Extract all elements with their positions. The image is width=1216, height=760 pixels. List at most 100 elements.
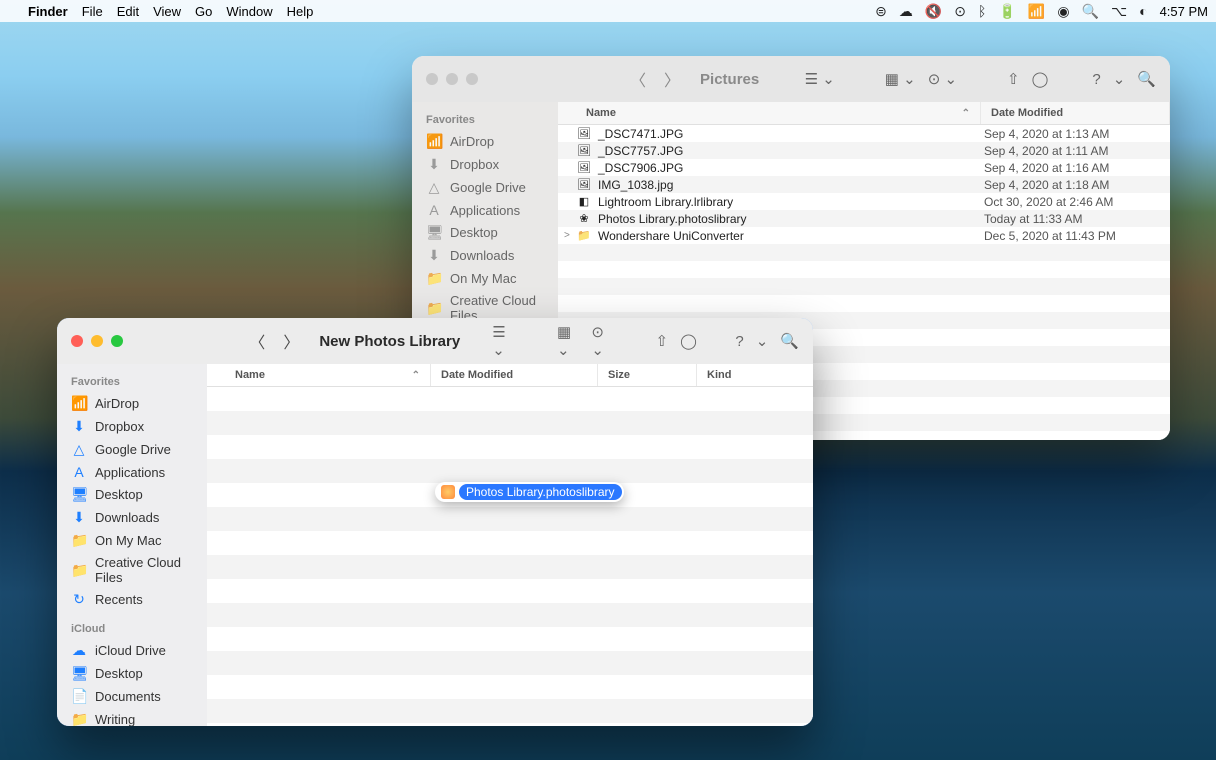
sidebar-item[interactable]: 📄Documents <box>57 685 207 708</box>
window-controls[interactable] <box>426 73 478 85</box>
dropdown-icon[interactable]: ⌄ <box>1113 70 1126 88</box>
file-row[interactable]: >📁Wondershare UniConverterDec 5, 2020 at… <box>558 227 1170 244</box>
empty-row[interactable] <box>207 603 813 627</box>
file-row[interactable]: 🖼_DSC7471.JPGSep 4, 2020 at 1:13 AM <box>558 125 1170 142</box>
view-list-icon[interactable]: ☰ ⌄ <box>492 323 514 359</box>
help-icon[interactable]: ? <box>1092 71 1100 88</box>
finder-window-new-photos-library[interactable]: 〈 〉 New Photos Library ☰ ⌄ ▦ ⌄ ⊙ ⌄ ⇧ ◯ ?… <box>57 318 813 726</box>
empty-row[interactable] <box>207 579 813 603</box>
dropdown-icon[interactable]: ⌄ <box>756 332 769 350</box>
sidebar-item[interactable]: △Google Drive <box>412 176 558 199</box>
empty-row[interactable] <box>207 651 813 675</box>
zoom-button[interactable] <box>466 73 478 85</box>
empty-row[interactable] <box>207 507 813 531</box>
sidebar-item[interactable]: ⬇︎Downloads <box>57 506 207 529</box>
bluetooth-icon[interactable]: ᛒ <box>978 3 986 19</box>
col-kind[interactable]: Kind <box>707 369 731 381</box>
nav-forward-icon[interactable]: 〉 <box>664 67 680 91</box>
menu-go[interactable]: Go <box>195 4 212 19</box>
mute-icon[interactable]: 🔇 <box>925 3 942 20</box>
status-icon[interactable]: ⊜ <box>875 3 887 20</box>
file-row[interactable]: 🖼IMG_1038.jpgSep 4, 2020 at 1:18 AM <box>558 176 1170 193</box>
sidebar-item[interactable]: ⬇︎Dropbox <box>57 415 207 438</box>
menu-file[interactable]: File <box>82 4 103 19</box>
empty-row[interactable] <box>207 387 813 411</box>
nav-back-icon[interactable]: 〈 <box>249 329 265 353</box>
column-headers[interactable]: Name ⌃ Date Modified <box>558 102 1170 125</box>
empty-row[interactable] <box>207 627 813 651</box>
col-name[interactable]: Name <box>235 369 265 381</box>
empty-row[interactable] <box>207 435 813 459</box>
share-icon[interactable]: ⇧ <box>656 332 669 350</box>
user-icon[interactable]: ◉ <box>1057 3 1069 20</box>
empty-row[interactable] <box>207 411 813 435</box>
sidebar-item[interactable]: 📁On My Mac <box>57 529 207 552</box>
column-headers[interactable]: Name ⌃ Date Modified Size Kind <box>207 364 813 387</box>
sidebar-item[interactable]: 📁Creative Cloud Files <box>57 552 207 588</box>
sidebar-item[interactable]: △Google Drive <box>57 438 207 461</box>
help-icon[interactable]: ? <box>735 333 743 350</box>
action-menu-icon[interactable]: ⊙ ⌄ <box>591 323 612 359</box>
menu-edit[interactable]: Edit <box>117 4 139 19</box>
nav-forward-icon[interactable]: 〉 <box>283 329 299 353</box>
file-list[interactable] <box>207 387 813 726</box>
file-row[interactable]: 🖼_DSC7757.JPGSep 4, 2020 at 1:11 AM <box>558 142 1170 159</box>
file-row[interactable]: 🖼_DSC7906.JPGSep 4, 2020 at 1:16 AM <box>558 159 1170 176</box>
col-date[interactable]: Date Modified <box>991 107 1063 119</box>
battery-icon[interactable]: 🔋 <box>998 3 1015 20</box>
view-list-icon[interactable]: ☰ ⌄ <box>805 70 835 88</box>
sidebar-item[interactable]: ☁︎iCloud Drive <box>57 639 207 662</box>
sidebar-item[interactable]: 🖥Desktop <box>57 662 207 685</box>
minimize-button[interactable] <box>446 73 458 85</box>
sidebar-item[interactable]: ↻Recents <box>57 588 207 611</box>
minimize-button[interactable] <box>91 335 103 347</box>
sidebar-item[interactable]: 📶AirDrop <box>412 130 558 153</box>
tag-icon[interactable]: ◯ <box>1032 70 1049 88</box>
sort-indicator-icon[interactable]: ⌃ <box>412 370 420 381</box>
share-icon[interactable]: ⇧ <box>1007 70 1020 88</box>
disclosure-icon[interactable]: > <box>564 230 574 241</box>
sidebar-item[interactable]: AApplications <box>412 199 558 221</box>
spotlight-icon[interactable]: 🔍 <box>1082 3 1099 20</box>
file-row[interactable]: ❀Photos Library.photoslibraryToday at 11… <box>558 210 1170 227</box>
search-icon[interactable]: 🔍 <box>780 332 799 350</box>
col-date[interactable]: Date Modified <box>441 369 513 381</box>
zoom-button[interactable] <box>111 335 123 347</box>
menu-help[interactable]: Help <box>287 4 314 19</box>
menu-clock[interactable]: 4:57 PM <box>1160 4 1208 19</box>
view-grid-icon[interactable]: ▦ ⌄ <box>557 323 579 359</box>
app-menu[interactable]: Finder <box>28 4 68 19</box>
sidebar-item[interactable]: 📶AirDrop <box>57 392 207 415</box>
view-grid-icon[interactable]: ▦ ⌄ <box>885 70 916 88</box>
menu-window[interactable]: Window <box>226 4 272 19</box>
sidebar-item[interactable]: 📁On My Mac <box>412 267 558 290</box>
close-button[interactable] <box>426 73 438 85</box>
empty-row[interactable] <box>207 531 813 555</box>
empty-row[interactable] <box>207 675 813 699</box>
window-controls[interactable] <box>71 335 123 347</box>
menu-view[interactable]: View <box>153 4 181 19</box>
action-menu-icon[interactable]: ⊙ ⌄ <box>928 70 957 88</box>
empty-row[interactable] <box>207 699 813 723</box>
wifi-icon[interactable]: 📶 <box>1028 3 1045 20</box>
sidebar-item[interactable]: 📁Writing <box>57 708 207 726</box>
siri-icon[interactable]: ◐ <box>1139 3 1147 19</box>
sort-indicator-icon[interactable]: ⌃ <box>962 108 970 119</box>
empty-row[interactable] <box>207 459 813 483</box>
control-center-icon[interactable]: ⌥ <box>1111 3 1127 20</box>
col-size[interactable]: Size <box>608 369 630 381</box>
now-playing-icon[interactable]: ⊙ <box>954 3 966 20</box>
search-icon[interactable]: 🔍 <box>1137 70 1156 88</box>
col-name[interactable]: Name <box>586 107 616 119</box>
sidebar-item[interactable]: 🖥Desktop <box>412 221 558 244</box>
sidebar-item[interactable]: ⬇︎Dropbox <box>412 153 558 176</box>
close-button[interactable] <box>71 335 83 347</box>
nav-back-icon[interactable]: 〈 <box>630 67 646 91</box>
sidebar-item[interactable]: 🖥Desktop <box>57 483 207 506</box>
sidebar-item[interactable]: ⬇︎Downloads <box>412 244 558 267</box>
tag-icon[interactable]: ◯ <box>680 332 697 350</box>
sidebar-item[interactable]: AApplications <box>57 461 207 483</box>
file-row[interactable]: ◧Lightroom Library.lrlibraryOct 30, 2020… <box>558 193 1170 210</box>
empty-row[interactable] <box>207 555 813 579</box>
cloud-icon[interactable]: ☁︎ <box>899 3 913 20</box>
